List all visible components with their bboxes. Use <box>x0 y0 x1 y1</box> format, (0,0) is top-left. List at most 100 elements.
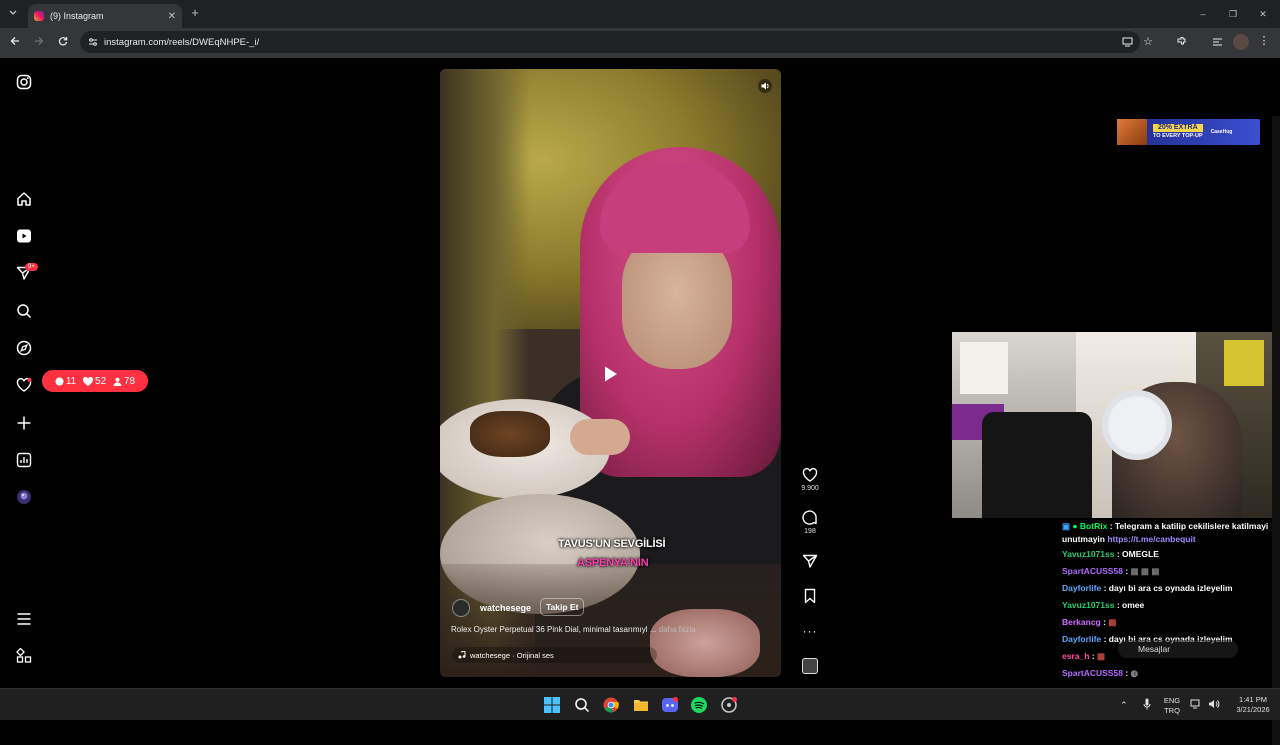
minimize-button[interactable]: – <box>1196 7 1210 21</box>
audio-thumbnail[interactable] <box>800 658 820 674</box>
chat-message: Yavuz1071ss : OMEGLE <box>1062 546 1280 563</box>
clock-date: 3/21/2026 <box>1236 705 1270 714</box>
browser-menu-icon[interactable]: ⋮ <box>1258 34 1270 48</box>
tab-close-button[interactable]: ✕ <box>168 11 176 22</box>
instagram-favicon <box>34 11 44 21</box>
subtitle-line-2: ASPENYA'NIN <box>577 557 649 569</box>
bookmark-icon[interactable] <box>802 588 818 604</box>
description-text: Rolex Oyster Perpetual 36 Pink Dial, min… <box>451 625 657 634</box>
chrome-icon[interactable] <box>603 697 619 713</box>
share-paper-plane-icon[interactable] <box>802 553 818 569</box>
speaker-mute-icon[interactable] <box>758 79 772 93</box>
clock-time: 1:41 PM <box>1239 695 1267 704</box>
close-window-button[interactable]: ✕ <box>1256 7 1270 21</box>
install-app-icon[interactable] <box>1120 36 1134 51</box>
chat-link[interactable]: https://t.me/canbequit <box>1107 534 1195 544</box>
heart-filled-icon <box>83 376 94 386</box>
extensions-icon[interactable] <box>1174 36 1188 51</box>
chat-text: : <box>1103 617 1106 627</box>
chat-message: Berkancg : ▦ <box>1062 614 1280 631</box>
clock[interactable]: 1:41 PM 3/21/2026 <box>1228 695 1278 715</box>
dashboard-icon[interactable] <box>16 452 32 468</box>
explore-compass-icon[interactable] <box>16 340 32 356</box>
profile-avatar[interactable] <box>1233 34 1249 50</box>
address-bar[interactable]: instagram.com/reels/DWEqNHPE-_i/ <box>80 31 1140 53</box>
maximize-button[interactable]: ❐ <box>1226 7 1240 21</box>
ad-headline: 20% EXTRA <box>1153 124 1203 132</box>
tab-title: (9) Instagram <box>50 11 104 21</box>
network-icon[interactable] <box>1190 699 1202 712</box>
site-info-icon[interactable] <box>88 37 98 47</box>
bot-badge-icon: ▣ <box>1062 521 1071 531</box>
music-note-icon <box>458 651 466 659</box>
home-icon[interactable] <box>16 191 32 207</box>
create-plus-icon[interactable] <box>16 415 32 431</box>
obs-app-icon[interactable] <box>721 697 737 713</box>
reels-icon[interactable] <box>16 228 32 244</box>
reading-list-icon[interactable] <box>1210 36 1224 51</box>
browser-toolbar: instagram.com/reels/DWEqNHPE-_i/ ☆ ⋮ <box>0 28 1280 58</box>
comment-action[interactable]: 198 <box>800 510 820 535</box>
reel-video-player[interactable]: TAVUS'UN SEVGİLİSİ ASPENYA'NIN watcheseg… <box>440 69 781 677</box>
microphone-icon[interactable] <box>1142 698 1152 713</box>
chat-username: SpartACUSS58 <box>1062 566 1123 576</box>
forward-icon[interactable] <box>32 36 46 50</box>
show-hidden-icons-chevron-icon[interactable]: ⌃ <box>1120 700 1128 710</box>
hand <box>570 419 630 455</box>
file-explorer-icon[interactable] <box>633 697 649 713</box>
browser-tab-strip: (9) Instagram ✕ + – ❐ ✕ <box>0 0 1280 28</box>
language-indicator[interactable]: ENG TRQ <box>1160 696 1184 716</box>
new-tab-button[interactable]: + <box>188 6 202 20</box>
comment-count: 11 <box>55 376 76 387</box>
taskbar-search-icon[interactable] <box>574 697 590 713</box>
author-username[interactable]: watchesege <box>480 603 531 613</box>
ad-prize-image <box>1117 119 1147 145</box>
chat-text: : <box>1125 566 1129 576</box>
discord-icon[interactable] <box>662 697 678 713</box>
chat-message: SpartACUSS58 : ▦ ▦ ▦ <box>1062 563 1280 580</box>
audio-label: watchesege · Orijinal ses <box>470 650 554 660</box>
chocolate-cake <box>470 411 550 457</box>
more-options-icon[interactable]: ··· <box>800 624 820 638</box>
notifications-heart-icon[interactable] <box>16 377 32 393</box>
windows-taskbar: ⌃ ENG TRQ 1:41 PM 3/21/2026 <box>0 688 1280 720</box>
windows-start-icon[interactable] <box>544 697 560 713</box>
save-action[interactable] <box>800 588 820 604</box>
follow-button[interactable]: Takip Et <box>540 598 585 616</box>
more-link[interactable]: daha fazla <box>659 625 696 634</box>
message-input[interactable]: Mesajlar <box>1118 640 1238 658</box>
tab-search-chevron-icon[interactable] <box>6 7 20 21</box>
like-action[interactable]: 9.900 <box>800 467 820 492</box>
more-menu-icon[interactable] <box>16 611 32 627</box>
bookmark-star-icon[interactable]: ☆ <box>1141 35 1155 49</box>
author-avatar[interactable] <box>452 599 470 617</box>
comment-icon[interactable] <box>802 510 818 526</box>
subtitle-line-1: TAVUS'UN SEVGİLİSİ <box>558 538 666 550</box>
chat-username: Yavuz1071ss <box>1062 600 1115 610</box>
ad-subline: TO EVERY TOP-UP <box>1153 133 1203 139</box>
back-icon[interactable] <box>8 36 22 50</box>
play-icon[interactable] <box>603 365 619 383</box>
reel-description: Rolex Oyster Perpetual 36 Pink Dial, min… <box>451 625 696 634</box>
also-from-meta-icon[interactable] <box>16 648 32 664</box>
volume-icon[interactable] <box>1208 699 1220 712</box>
audio-pill[interactable]: watchesege · Orijinal ses <box>452 647 657 663</box>
share-action[interactable] <box>800 553 820 569</box>
chat-message: SpartACUSS58 : ◍ <box>1062 665 1280 682</box>
browser-tab[interactable]: (9) Instagram ✕ <box>28 4 182 28</box>
instagram-logo-icon[interactable] <box>16 74 32 90</box>
chat-message: ▣ ● BotRix : Telegram a katilip cekilisl… <box>1062 520 1280 546</box>
emote-icon: ▦ ▦ ▦ <box>1130 566 1160 576</box>
ad-brand: CaseHug <box>1210 129 1233 135</box>
profile-avatar-icon[interactable] <box>16 489 32 505</box>
chat-text: : <box>1125 668 1129 678</box>
heart-icon[interactable] <box>802 467 818 483</box>
badge-icon: ● <box>1072 521 1078 531</box>
comment-bubble-icon <box>55 376 64 386</box>
search-icon[interactable] <box>16 303 32 319</box>
notification-summary-pill[interactable]: 11 52 78 <box>42 370 148 392</box>
reload-icon[interactable] <box>56 36 70 50</box>
emote-icon: ◍ <box>1130 668 1138 678</box>
page-scrollbar[interactable] <box>1272 116 1280 745</box>
spotify-icon[interactable] <box>691 697 707 713</box>
